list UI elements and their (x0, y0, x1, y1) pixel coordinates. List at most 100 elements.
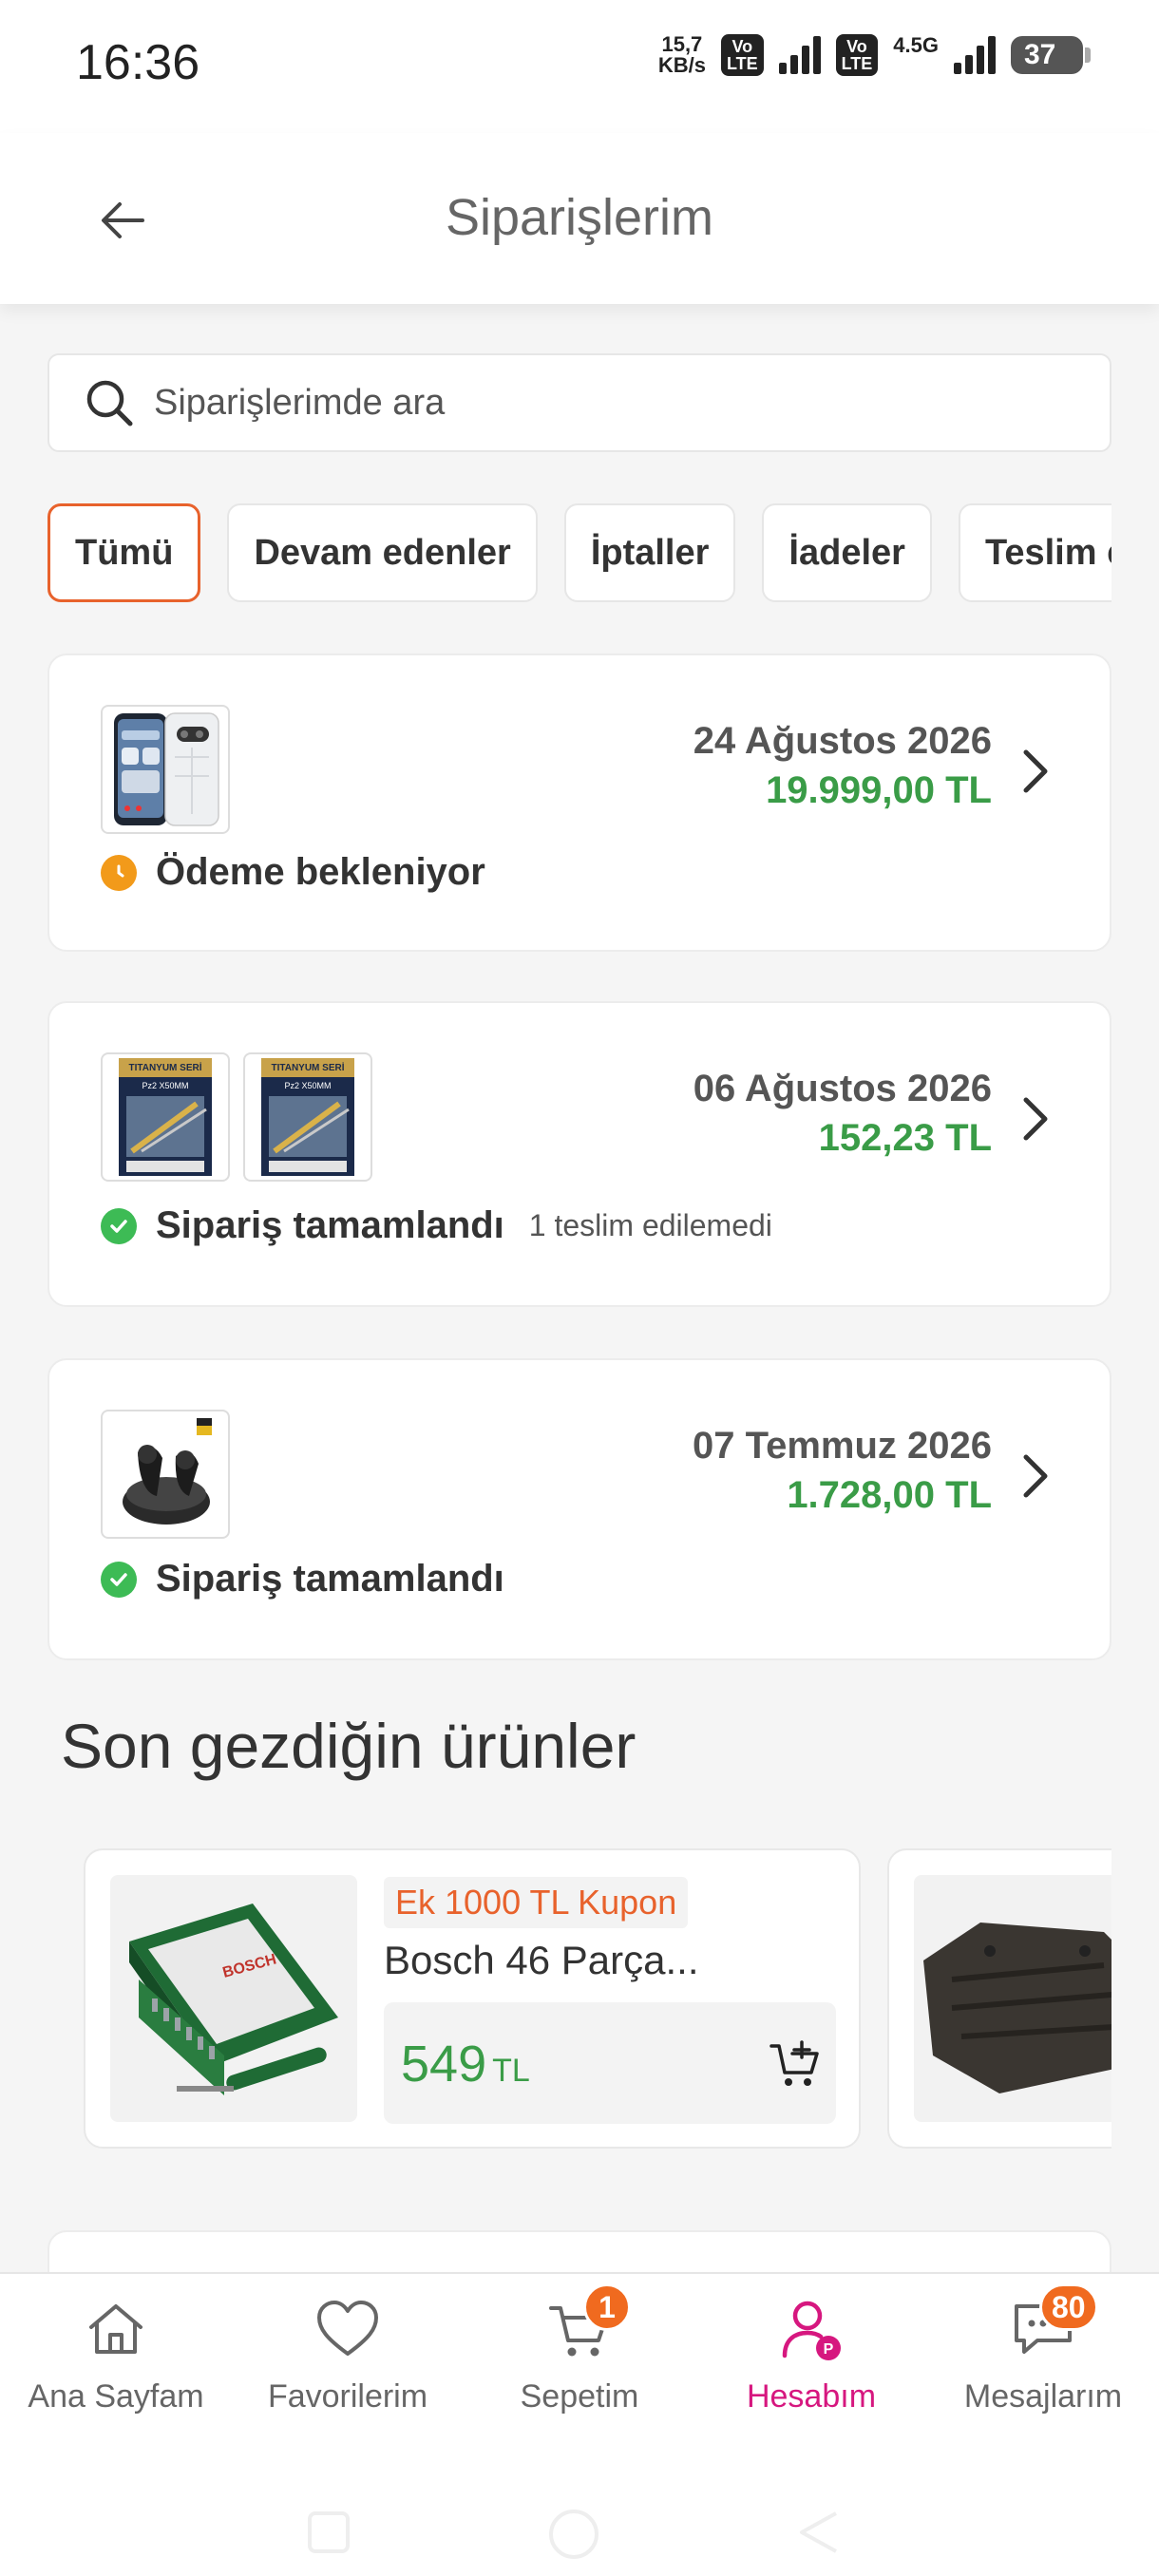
clock-icon (101, 854, 137, 891)
nav-label: Hesabım (746, 2378, 877, 2415)
order-status: Ödeme bekleniyor (101, 851, 485, 894)
volte-top: Vo (846, 37, 867, 56)
signal-icon (954, 36, 996, 74)
product-thumbnail: TITANYUM SERİ Pz2 X50MM (101, 1052, 230, 1182)
package-title: TITANYUM SERİ (128, 1061, 201, 1073)
signal-icon (778, 36, 821, 74)
search-icon (86, 380, 133, 426)
bottom-navigation: Ana Sayfam Favorilerim 1 Sepetim P Hesab… (0, 2272, 1159, 2473)
volte-icon: Vo LTE (720, 34, 764, 76)
chevron-right-icon[interactable] (1015, 743, 1056, 800)
recent-apps-icon[interactable] (302, 2506, 355, 2559)
product-thumbnail: TITANYUM SERİ Pz2 X50MM (243, 1052, 372, 1182)
network-speed: 15,7 KB/s (658, 34, 706, 76)
network-type: 4.5G (893, 33, 939, 57)
account-icon: P (782, 2301, 841, 2360)
order-status-text: Ödeme bekleniyor (156, 851, 485, 893)
nav-home[interactable]: Ana Sayfam (0, 2274, 232, 2473)
volte-bottom: LTE (726, 54, 758, 73)
order-price: 19.999,00 TL (766, 769, 992, 811)
order-card[interactable]: TITANYUM SERİ Pz2 X50MM TITANYUM SERİ Pz… (48, 1001, 1112, 1307)
order-card[interactable]: 24 Ağustos 2026 19.999,00 TL Ödeme bekle… (48, 653, 1112, 952)
recently-viewed-title: Son gezdiğin ürünler (61, 1711, 636, 1781)
order-status-note: 1 teslim edilemedi (528, 1208, 772, 1242)
heart-icon (317, 2301, 378, 2356)
filter-tabs: Tümü Devam edenler İptaller İadeler Tesl… (48, 503, 1112, 602)
package-subtitle: Pz2 X50MM (142, 1081, 188, 1090)
product-image: BOSCH (110, 1875, 357, 2122)
product-name: Bosch 46 Parça... (384, 1938, 699, 1982)
order-thumbnails (101, 1410, 230, 1539)
product-thumbnail (101, 705, 230, 834)
package-title: TITANYUM SERİ (271, 1061, 344, 1073)
check-circle-icon (101, 1561, 137, 1598)
coupon-badge: Ek 1000 TL Kupon (384, 1877, 689, 1928)
order-date: 07 Temmuz 2026 (693, 1425, 992, 1467)
tab-delivered[interactable]: Teslim edilenler (958, 503, 1112, 602)
tab-in-progress[interactable]: Devam edenler (227, 503, 538, 602)
battery-level: 37 (1024, 39, 1056, 70)
network-speed-unit: KB/s (657, 53, 706, 77)
messages-badge: 80 (1039, 2283, 1098, 2331)
system-navigation (0, 2473, 1159, 2576)
order-card[interactable]: 07 Temmuz 2026 1.728,00 TL Sipariş tamam… (48, 1358, 1112, 1660)
product-thumbnail (101, 1410, 230, 1539)
cart-badge: 1 (583, 2283, 631, 2331)
home-icon (89, 2304, 142, 2354)
order-thumbnails (101, 705, 230, 834)
toolset-image: BOSCH (129, 1904, 338, 2095)
order-price: 152,23 TL (818, 1117, 992, 1159)
chevron-right-icon[interactable] (1015, 1090, 1056, 1147)
order-status: Sipariş tamamlandı 1 teslim edilemedi (101, 1204, 772, 1247)
search-placeholder: Siparişlerimde ara (154, 382, 446, 423)
tab-all[interactable]: Tümü (48, 503, 201, 602)
status-bar: 16:36 15,7 KB/s Vo LTE Vo LTE 4.5G 37 (0, 0, 1159, 133)
home-button-icon[interactable] (545, 2506, 602, 2563)
phone-image (114, 712, 219, 826)
nav-cart[interactable]: 1 Sepetim (464, 2274, 695, 2473)
product-card[interactable] (887, 1848, 1112, 2149)
recently-viewed-carousel[interactable]: BOSCH Ek 1000 TL Kupon Bosch 46 Parça...… (84, 1848, 1112, 2152)
bit-package-image: TITANYUM SERİ Pz2 X50MM (119, 1058, 212, 1176)
engine-guard-image (923, 1923, 1112, 2093)
product-card[interactable]: BOSCH Ek 1000 TL Kupon Bosch 46 Parça...… (84, 1848, 861, 2149)
app-header: Siparişlerim (0, 133, 1159, 304)
order-date: 06 Ağustos 2026 (693, 1068, 992, 1109)
order-thumbnails: TITANYUM SERİ Pz2 X50MM TITANYUM SERİ Pz… (101, 1052, 372, 1182)
nav-messages[interactable]: 80 Mesajlarım (927, 2274, 1159, 2473)
price-currency: TL (492, 2053, 530, 2089)
order-date: 24 Ağustos 2026 (693, 720, 992, 762)
svg-text:P: P (824, 2341, 834, 2358)
nav-label: Favorilerim (267, 2378, 428, 2415)
product-price: 549 TL (401, 2035, 530, 2093)
volte-bottom: LTE (841, 54, 873, 73)
order-price: 1.728,00 TL (787, 1474, 992, 1516)
tab-cancellations[interactable]: İptaller (563, 503, 736, 602)
nav-label: Sepetim (520, 2378, 639, 2415)
order-status: Sipariş tamamlandı (101, 1558, 504, 1601)
price-box: 549 TL (384, 2002, 836, 2124)
nav-label: Mesajlarım (963, 2378, 1123, 2415)
page-title: Siparişlerim (445, 189, 714, 246)
volte-icon: Vo LTE (835, 34, 879, 76)
nav-favorites[interactable]: Favorilerim (232, 2274, 464, 2473)
product-image (914, 1875, 1112, 2122)
check-circle-icon (101, 1207, 137, 1244)
order-status-text: Sipariş tamamlandı (156, 1558, 504, 1600)
chevron-right-icon[interactable] (1015, 1448, 1056, 1505)
status-time: 16:36 (76, 35, 200, 90)
package-subtitle: Pz2 X50MM (284, 1081, 331, 1090)
order-status-text: Sipariş tamamlandı (156, 1204, 504, 1246)
bit-package-image: TITANYUM SERİ Pz2 X50MM (261, 1058, 354, 1176)
nav-label: Ana Sayfam (28, 2378, 204, 2415)
system-back-icon[interactable] (792, 2506, 846, 2559)
volte-top: Vo (732, 37, 753, 56)
status-icons: 15,7 KB/s Vo LTE Vo LTE 4.5G 37 (658, 33, 1091, 76)
add-to-cart-icon[interactable] (768, 2036, 823, 2092)
nav-account[interactable]: P Hesabım (695, 2274, 927, 2473)
tab-returns[interactable]: İadeler (762, 503, 932, 602)
price-value: 549 (401, 2036, 487, 2093)
battery-icon: 37 (1011, 36, 1091, 74)
search-input[interactable]: Siparişlerimde ara (48, 353, 1112, 452)
earbuds-image (123, 1418, 212, 1525)
